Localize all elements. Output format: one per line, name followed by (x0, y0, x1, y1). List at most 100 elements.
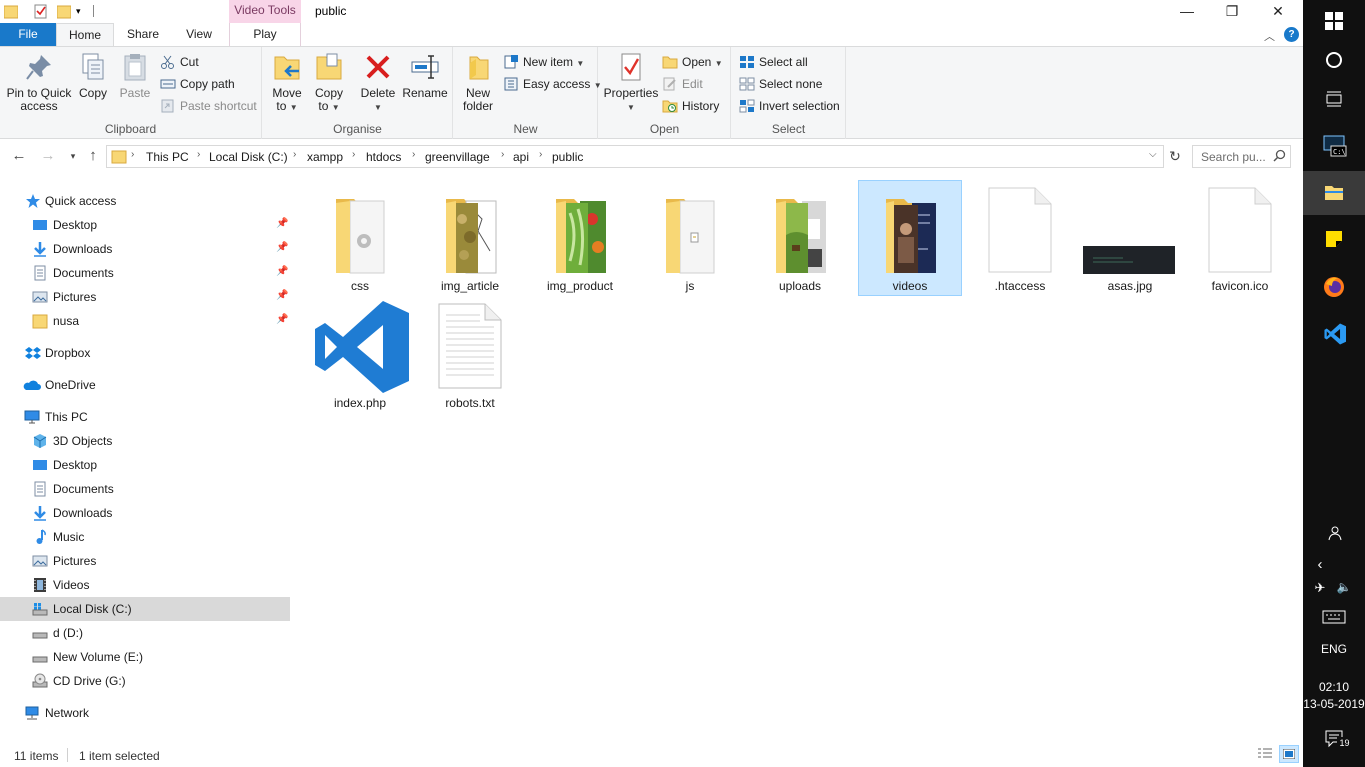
tab-file[interactable]: File (0, 23, 56, 46)
breadcrumb-public[interactable]: public (552, 150, 583, 164)
nav-dropbox[interactable]: Dropbox (0, 341, 290, 365)
search-box[interactable]: Search pu... (1192, 145, 1291, 168)
breadcrumb-api[interactable]: api (513, 150, 529, 164)
breadcrumb-this-pc[interactable]: This PC (146, 150, 189, 164)
tab-share[interactable]: Share (118, 23, 168, 46)
select-none-button[interactable]: Select none (739, 74, 822, 94)
nav-pc-documents[interactable]: Documents (0, 477, 290, 501)
nav-local-disk-c[interactable]: Local Disk (C:) (0, 597, 290, 621)
new-folder-qat-icon[interactable] (56, 3, 72, 19)
breadcrumb-local-disk[interactable]: Local Disk (C:) (209, 150, 288, 164)
tab-play[interactable]: Play (229, 23, 301, 46)
nav-this-pc[interactable]: This PC (0, 405, 290, 429)
large-icons-view-icon[interactable] (1279, 745, 1299, 763)
maximize-button[interactable]: ❐ (1209, 0, 1255, 23)
rename-button[interactable]: Rename (401, 51, 449, 100)
folder-uploads[interactable]: uploads (748, 181, 852, 297)
dropbox-icon (25, 345, 41, 361)
copy-to-button[interactable]: Copy to ▼ (311, 51, 347, 114)
file-index-php[interactable]: index.php (308, 297, 412, 413)
back-arrow-icon[interactable]: ← (8, 146, 30, 166)
tab-view[interactable]: View (175, 23, 223, 46)
file-robots-txt[interactable]: robots.txt (418, 297, 522, 413)
nav-3d-objects[interactable]: 3D Objects (0, 429, 290, 453)
copy-path-button[interactable]: Copy path (160, 74, 235, 94)
new-item-button[interactable]: New item ▼ (503, 52, 584, 72)
select-all-button[interactable]: Select all (739, 52, 808, 72)
nav-quick-nusa[interactable]: nusa 📌 (0, 309, 290, 333)
select-all-icon (739, 55, 755, 69)
edit-button[interactable]: Edit (662, 74, 703, 94)
clock-date[interactable]: 13-05-2019 (1303, 697, 1365, 711)
nav-quick-pictures[interactable]: Pictures 📌 (0, 285, 290, 309)
nav-3d-objects-label: 3D Objects (53, 434, 113, 448)
task-view-button[interactable] (1303, 77, 1365, 121)
nav-quick-downloads[interactable]: Downloads 📌 (0, 237, 290, 261)
close-button[interactable]: ✕ (1255, 0, 1301, 23)
file-htaccess[interactable]: .htaccess (968, 181, 1072, 297)
move-to-button[interactable]: Move to ▼ (269, 51, 305, 114)
copy-button[interactable]: Copy (76, 51, 110, 100)
up-arrow-icon[interactable]: ↑ (82, 146, 104, 166)
action-center-button[interactable]: 19 (1303, 720, 1365, 764)
refresh-icon[interactable]: ↻ (1164, 146, 1186, 166)
collapse-ribbon-chevron-icon[interactable]: ︿ (1264, 28, 1275, 44)
tab-home[interactable]: Home (56, 23, 114, 47)
breadcrumb-htdocs[interactable]: htdocs (366, 150, 401, 164)
properties-button[interactable]: Properties ▼ (603, 51, 659, 114)
folder-js[interactable]: js (638, 181, 742, 297)
paste-shortcut-button[interactable]: Paste shortcut (160, 96, 257, 116)
taskbar-file-explorer[interactable] (1303, 171, 1365, 215)
nav-drive-e[interactable]: New Volume (E:) (0, 645, 290, 669)
paste-button[interactable]: Paste (116, 51, 154, 100)
invert-selection-button[interactable]: Invert selection (739, 96, 840, 116)
nav-pc-downloads[interactable]: Downloads (0, 501, 290, 525)
nav-quick-desktop[interactable]: Desktop 📌 (0, 213, 290, 237)
cut-button[interactable]: Cut (160, 52, 199, 72)
nav-network[interactable]: Network (0, 701, 290, 725)
taskbar-terminal-app[interactable]: C:\ (1303, 124, 1365, 168)
address-dropdown-chevron-icon[interactable]: ⌵ (1149, 149, 1157, 160)
easy-access-button[interactable]: Easy access ▼ (503, 74, 602, 94)
nav-quick-access[interactable]: Quick access (0, 189, 290, 213)
nav-pc-pictures[interactable]: Pictures (0, 549, 290, 573)
file-favicon-ico[interactable]: favicon.ico (1188, 181, 1292, 297)
minimize-button[interactable]: — (1164, 0, 1210, 23)
open-button[interactable]: Open ▼ (662, 52, 723, 72)
recent-locations-chevron-icon[interactable]: ▾ (62, 146, 84, 166)
nav-onedrive[interactable]: OneDrive (0, 373, 290, 397)
details-view-icon[interactable] (1257, 747, 1273, 764)
nav-quick-access-label: Quick access (45, 194, 117, 208)
properties-qat-icon[interactable] (33, 3, 49, 19)
nav-drive-d[interactable]: d (D:) (0, 621, 290, 645)
volume-icon[interactable]: 🔈 (1313, 580, 1365, 594)
nav-cd-drive-g[interactable]: CD Drive (G:) (0, 669, 290, 693)
delete-button[interactable]: Delete ▼ (359, 51, 397, 114)
taskbar-vscode[interactable] (1303, 312, 1365, 356)
breadcrumb-separator: › (197, 149, 201, 160)
pin-quick-access-button[interactable]: Pin to Quick access (4, 51, 74, 113)
folder-img-article[interactable]: img_article (418, 181, 522, 297)
folder-css[interactable]: css (308, 181, 412, 297)
forward-arrow-icon[interactable]: → (37, 146, 59, 166)
folder-videos[interactable]: videos (858, 180, 962, 296)
nav-music[interactable]: Music (0, 525, 290, 549)
folder-img-product[interactable]: img_product (528, 181, 632, 297)
clock-time[interactable]: 02:10 (1303, 680, 1365, 694)
new-folder-button[interactable]: New folder (460, 51, 496, 113)
nav-pc-desktop[interactable]: Desktop (0, 453, 290, 477)
touch-keyboard-button[interactable] (1303, 596, 1365, 640)
taskbar-sticky-notes[interactable] (1303, 218, 1365, 262)
language-indicator[interactable]: ENG (1303, 642, 1365, 656)
taskbar-firefox[interactable] (1303, 265, 1365, 309)
nav-quick-documents[interactable]: Documents 📌 (0, 261, 290, 285)
nav-videos[interactable]: Videos (0, 573, 290, 597)
address-bar[interactable]: › This PC › Local Disk (C:) › xampp › ht… (106, 145, 1164, 168)
cortana-button[interactable] (1303, 38, 1365, 82)
breadcrumb-xampp[interactable]: xampp (307, 150, 343, 164)
breadcrumb-greenvillage[interactable]: greenvillage (425, 150, 490, 164)
file-asas-jpg[interactable]: asas.jpg (1078, 181, 1182, 297)
customize-qat-chevron-icon[interactable]: ▾ (76, 3, 86, 19)
help-icon[interactable]: ? (1284, 27, 1299, 42)
history-button[interactable]: History (662, 96, 719, 116)
